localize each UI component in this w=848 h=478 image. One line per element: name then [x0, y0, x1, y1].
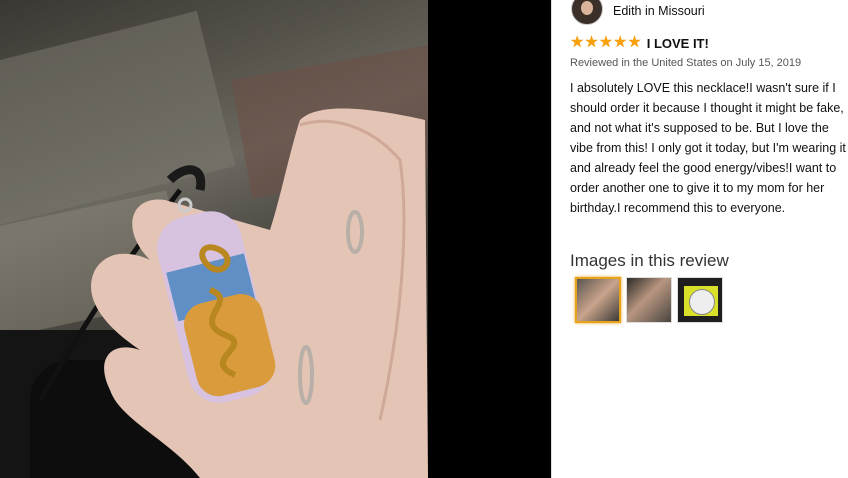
- necklace-hanging-thumbnail[interactable]: [626, 277, 672, 323]
- star-icon: ★: [584, 34, 599, 51]
- image-viewer-gap: [428, 0, 551, 478]
- review-photo-large: [0, 0, 428, 478]
- rating-row: ★ ★ ★ ★ ★ I LOVE IT!: [570, 35, 709, 51]
- star-icon: ★: [598, 34, 614, 51]
- review-body: I absolutely LOVE this necklace!I wasn't…: [570, 81, 846, 215]
- images-heading: Images in this review: [570, 251, 729, 270]
- review-title: I LOVE IT!: [646, 35, 709, 51]
- necklace-in-hand-thumbnail[interactable]: [575, 277, 621, 323]
- review-side-panel: Edith in Missouri ★ ★ ★ ★ ★ I LOVE IT! R…: [551, 0, 848, 478]
- star-icon: ★: [627, 34, 642, 51]
- review-image-thumbnails: [575, 277, 723, 323]
- packaging-card-thumbnail[interactable]: [677, 277, 723, 323]
- reviewer-profile[interactable]: Edith in Missouri: [571, 0, 705, 26]
- reviewer-avatar[interactable]: [571, 0, 603, 25]
- star-rating: ★ ★ ★ ★ ★: [570, 35, 642, 51]
- hand-with-pendant-illustration: [37, 108, 428, 478]
- star-icon: ★: [613, 34, 628, 51]
- review-date: Reviewed in the United States on July 15…: [570, 57, 802, 69]
- star-icon: ★: [570, 34, 585, 51]
- reviewer-name[interactable]: Edith in Missouri: [613, 4, 705, 18]
